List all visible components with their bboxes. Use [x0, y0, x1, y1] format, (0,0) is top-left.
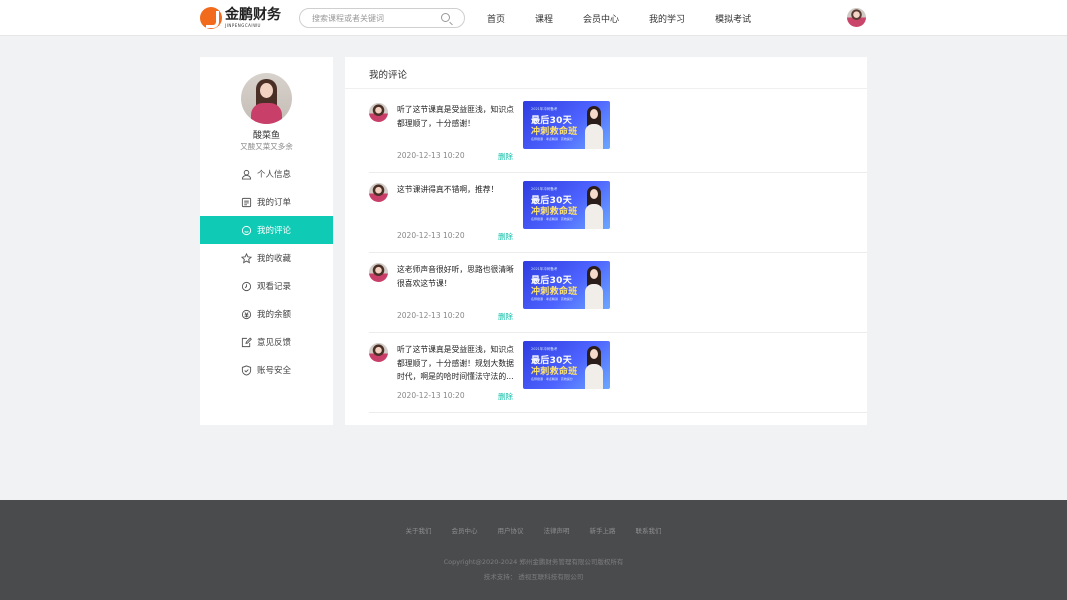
- clock-icon: [241, 281, 252, 292]
- teacher-photo: [583, 186, 605, 229]
- user-icon: [241, 169, 252, 180]
- page-title: 我的评论: [369, 70, 408, 81]
- logo-title: 金鹏财务: [225, 7, 281, 23]
- logo-subtitle: JINPENGCAIWU: [225, 23, 261, 28]
- comment-time: 2020-12-13 10:20: [397, 391, 465, 400]
- site-logo[interactable]: 金鹏财务 JINPENGCAIWU: [200, 6, 281, 30]
- footer-links: 关于我们 会员中心 用户协议 法律声明 新手上路 联系我们: [0, 525, 1067, 535]
- delete-button[interactable]: 删除: [498, 391, 513, 402]
- site-footer: 关于我们 会员中心 用户协议 法律声明 新手上路 联系我们 Copyright@…: [0, 500, 1067, 600]
- course-thumbnail[interactable]: 2021年冲刺备考 最后30天 冲刺救命班 名师授课 · 考点精讲 · 高效提分: [523, 181, 610, 229]
- comment-text: 听了这节课真是受益匪浅，知识点都理顺了，十分感谢！规划大数据时代，啊是的哈时间懂…: [397, 345, 514, 381]
- delete-button[interactable]: 删除: [498, 151, 513, 162]
- comment-text: 听了这节课真是受益匪浅，知识点都理顺了，十分感谢！: [397, 105, 514, 128]
- sidebar-item-comments[interactable]: 我的评论: [200, 216, 333, 244]
- search-box: [299, 8, 465, 28]
- nav-member-center[interactable]: 会员中心: [583, 12, 619, 25]
- user-avatar[interactable]: [847, 8, 866, 27]
- comment-avatar: [369, 263, 388, 282]
- search-input[interactable]: [312, 11, 432, 25]
- sidebar-item-label: 观看记录: [257, 282, 292, 292]
- course-thumbnail[interactable]: 2021年冲刺备考 最后30天 冲刺救命班 名师授课 · 考点精讲 · 高效提分: [523, 261, 610, 309]
- comment-avatar: [369, 343, 388, 362]
- teacher-photo: [583, 106, 605, 149]
- footer-link-legal[interactable]: 法律声明: [544, 525, 570, 535]
- main-nav: 首页 课程 会员中心 我的学习 模拟考试: [487, 0, 781, 36]
- sidebar-menu: 个人信息 我的订单 我的评论 我的收藏 观看记录 我的余额 意见反馈 账号安全: [200, 160, 333, 384]
- footer-link-about[interactable]: 关于我们: [406, 525, 432, 535]
- profile-motto: 又酸又菜又多余: [240, 142, 293, 151]
- comment-text: 这节课讲得真不错啊，推荐！: [397, 185, 499, 194]
- comment-avatar: [369, 183, 388, 202]
- star-icon: [241, 252, 252, 264]
- sidebar-item-feedback[interactable]: 意见反馈: [200, 328, 333, 356]
- profile-avatar[interactable]: [241, 73, 292, 124]
- nav-courses[interactable]: 课程: [535, 12, 553, 25]
- comment-item: 这老师声音很好听，思路也很清晰很喜欢这节课！ 2020-12-13 10:20 …: [369, 253, 867, 333]
- footer-link-contact[interactable]: 联系我们: [636, 525, 662, 535]
- comment-time: 2020-12-13 10:20: [397, 311, 465, 320]
- sidebar-item-label: 账号安全: [257, 366, 292, 376]
- sidebar-item-security[interactable]: 账号安全: [200, 356, 333, 384]
- course-thumbnail[interactable]: 2021年冲刺备考 最后30天 冲刺救命班 名师授课 · 考点精讲 · 高效提分: [523, 101, 610, 149]
- profile-username: 酸菜鱼: [252, 131, 280, 141]
- comment-text: 这老师声音很好听，思路也很清晰很喜欢这节课！: [397, 265, 514, 288]
- user-sidebar: 酸菜鱼 又酸又菜又多余 个人信息 我的订单 我的评论 我的收藏 观看记录 我的余…: [200, 57, 333, 425]
- feedback-icon: [241, 337, 252, 348]
- comment-avatar: [369, 103, 388, 122]
- comment-icon: [241, 225, 252, 236]
- search-icon[interactable]: [441, 13, 450, 22]
- sidebar-item-label: 我的订单: [257, 198, 292, 208]
- sidebar-item-label: 个人信息: [257, 170, 292, 180]
- comment-item: 听了这节课真是受益匪浅，知识点都理顺了，十分感谢！ 2020-12-13 10:…: [369, 93, 867, 173]
- teacher-photo: [583, 266, 605, 309]
- top-header: 金鹏财务 JINPENGCAIWU 首页 课程 会员中心 我的学习 模拟考试: [0, 0, 1067, 36]
- comment-time: 2020-12-13 10:20: [397, 151, 465, 160]
- logo-icon: [200, 7, 222, 29]
- comments-panel: 我的评论 听了这节课真是受益匪浅，知识点都理顺了，十分感谢！ 2020-12-1…: [345, 57, 867, 425]
- delete-button[interactable]: 删除: [498, 311, 513, 322]
- footer-link-agreement[interactable]: 用户协议: [498, 525, 524, 535]
- panel-header: 我的评论: [345, 57, 867, 89]
- nav-home[interactable]: 首页: [487, 12, 505, 25]
- sidebar-item-balance[interactable]: 我的余额: [200, 300, 333, 328]
- footer-link-guide[interactable]: 新手上路: [590, 525, 616, 535]
- nav-my-learning[interactable]: 我的学习: [649, 12, 685, 25]
- shield-icon: [241, 364, 252, 376]
- sidebar-item-orders[interactable]: 我的订单: [200, 188, 333, 216]
- sidebar-item-label: 意见反馈: [257, 338, 292, 348]
- balance-icon: [241, 309, 252, 320]
- sidebar-item-label: 我的评论: [257, 226, 292, 236]
- teacher-photo: [583, 346, 605, 389]
- sidebar-item-label: 我的余额: [257, 310, 292, 320]
- delete-button[interactable]: 删除: [498, 231, 513, 242]
- footer-copyright: Copyright@2020-2024 郑州金鹏财务管理有限公司版权所有: [443, 558, 624, 566]
- comment-item: 这节课讲得真不错啊，推荐！ 2020-12-13 10:20 删除 2021年冲…: [369, 173, 867, 253]
- comment-time: 2020-12-13 10:20: [397, 231, 465, 240]
- footer-tech-support: 技术支持： 透视互联科技有限公司: [483, 573, 584, 581]
- sidebar-item-profile[interactable]: 个人信息: [200, 160, 333, 188]
- sidebar-item-label: 我的收藏: [257, 254, 292, 264]
- course-thumbnail[interactable]: 2021年冲刺备考 最后30天 冲刺救命班 名师授课 · 考点精讲 · 高效提分: [523, 341, 610, 389]
- order-icon: [241, 197, 252, 208]
- nav-mock-exam[interactable]: 模拟考试: [715, 12, 751, 25]
- sidebar-item-favorites[interactable]: 我的收藏: [200, 244, 333, 272]
- comment-item: 听了这节课真是受益匪浅，知识点都理顺了，十分感谢！规划大数据时代，啊是的哈时间懂…: [369, 333, 867, 413]
- sidebar-item-history[interactable]: 观看记录: [200, 272, 333, 300]
- footer-link-member[interactable]: 会员中心: [452, 525, 478, 535]
